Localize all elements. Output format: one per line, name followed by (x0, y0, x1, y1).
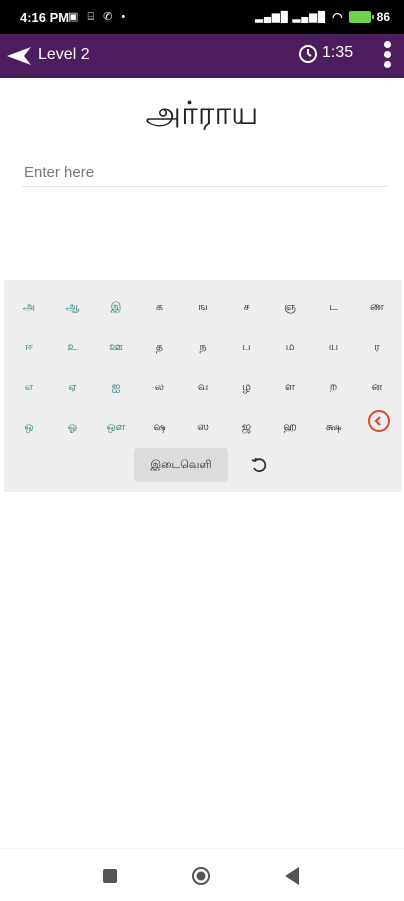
key-3-4[interactable]: ஸ (184, 410, 222, 444)
key-0-7[interactable]: ட (315, 290, 353, 324)
key-3-2[interactable]: ஔ (97, 410, 135, 444)
key-2-5[interactable]: ழ (228, 370, 266, 404)
key-1-2[interactable]: ஊ (97, 330, 135, 364)
key-1-3[interactable]: த (141, 330, 179, 364)
key-3-7[interactable]: க்ஷ (315, 410, 353, 444)
backspace-button[interactable] (368, 410, 390, 432)
key-3-5[interactable]: ஜ (228, 410, 266, 444)
key-0-5[interactable]: ச (228, 290, 266, 324)
key-3-0[interactable]: ஒ (10, 410, 48, 444)
battery-icon (348, 11, 374, 23)
answer-input[interactable] (22, 158, 388, 187)
key-2-8[interactable]: ன (358, 370, 396, 404)
key-2-0[interactable]: எ (10, 370, 48, 404)
nav-back-icon[interactable] (284, 866, 300, 886)
status-bar: 4:16 PM ▣ ⌸ ✆ • ▂▄▆█ ▂▄▆█ ◠ 86 (0, 0, 404, 34)
recent-apps-icon[interactable] (103, 869, 117, 883)
key-1-7[interactable]: ய (315, 330, 353, 364)
key-2-4[interactable]: வ (184, 370, 222, 404)
key-0-6[interactable]: ஞ (271, 290, 309, 324)
key-3-3[interactable]: ஷ (141, 410, 179, 444)
status-time: 4:16 PM (20, 10, 70, 25)
key-1-8[interactable]: ர (358, 330, 396, 364)
app-bar: Level 2 1:35 (0, 34, 404, 78)
key-2-6[interactable]: ள (271, 370, 309, 404)
space-key[interactable]: இடைவெளி (134, 448, 228, 482)
back-arrow-icon[interactable] (6, 45, 32, 67)
key-2-1[interactable]: ஏ (54, 370, 92, 404)
undo-icon[interactable] (250, 456, 268, 474)
battery-level: 86 (376, 10, 390, 24)
key-1-6[interactable]: ம (271, 330, 309, 364)
notification-icons: ▣ ⌸ ✆ • (68, 11, 129, 23)
wifi-icon: ◠ (332, 10, 343, 24)
timer-value: 1:35 (322, 44, 354, 61)
key-0-1[interactable]: ஆ (54, 290, 92, 324)
status-right: ▂▄▆█ ▂▄▆█ ◠ 86 (255, 10, 390, 24)
chevron-left-circle-icon (374, 416, 381, 426)
key-0-4[interactable]: ங (184, 290, 222, 324)
key-0-0[interactable]: அ (10, 290, 48, 324)
key-0-2[interactable]: இ (97, 290, 135, 324)
key-0-8[interactable]: ண (358, 290, 396, 324)
timer-icon (299, 45, 317, 63)
key-2-2[interactable]: ஐ (97, 370, 135, 404)
key-1-5[interactable]: ப (228, 330, 266, 364)
navigation-bar (0, 848, 404, 901)
key-3-1[interactable]: ஓ (54, 410, 92, 444)
key-2-3[interactable]: ல (141, 370, 179, 404)
key-0-3[interactable]: க (141, 290, 179, 324)
home-icon[interactable] (191, 866, 211, 886)
key-1-1[interactable]: உ (54, 330, 92, 364)
key-2-7[interactable]: ற (315, 370, 353, 404)
tamil-keyboard: இடைவெளி அஆஇகஙசஞடண ஈஉஊதநபமயர எஏஐலவழளறன ஒஓஔஷஸ… (4, 280, 402, 492)
overflow-menu-icon[interactable] (382, 39, 392, 73)
key-1-4[interactable]: ந (184, 330, 222, 364)
key-1-0[interactable]: ஈ (10, 330, 48, 364)
key-3-6[interactable]: ஹ (271, 410, 309, 444)
level-title: Level 2 (38, 46, 90, 63)
target-word: அர்ராய (145, 94, 259, 132)
signal-icon: ▂▄▆█ ▂▄▆█ (255, 11, 327, 23)
